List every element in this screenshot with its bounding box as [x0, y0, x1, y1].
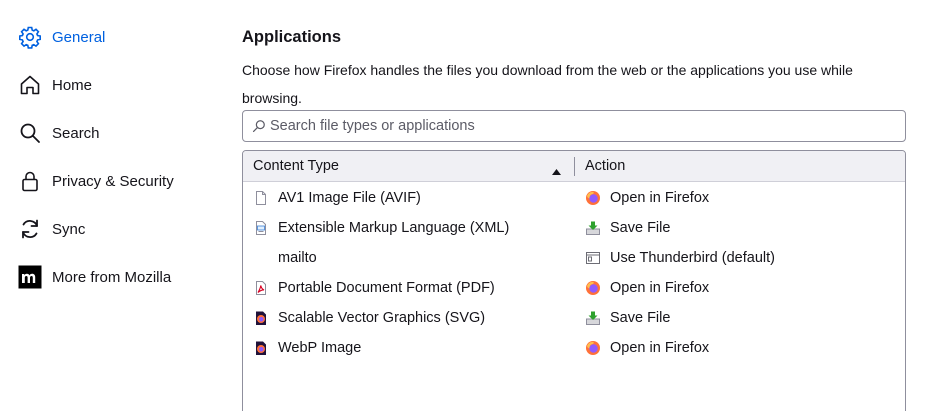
sidebar-item-label: Sync: [52, 220, 86, 238]
content-type-label: Scalable Vector Graphics (SVG): [278, 310, 486, 326]
content-type-cell: AV1 Image File (AVIF): [243, 190, 575, 206]
search-icon: [18, 121, 42, 145]
app-window-icon: [585, 250, 601, 266]
save-file-icon: [585, 310, 601, 326]
table-row[interactable]: Scalable Vector Graphics (SVG) Save File: [243, 303, 905, 333]
sidebar-item-label: Home: [52, 76, 93, 94]
firefox-doc-icon: [253, 310, 269, 326]
content-type-label: mailto: [278, 250, 317, 266]
sidebar-item-privacy-security[interactable]: Privacy & Security: [0, 157, 220, 205]
no-icon-placeholder: [253, 250, 269, 266]
sidebar-item-general[interactable]: General: [0, 13, 220, 61]
search-input[interactable]: [270, 118, 890, 134]
action-label: Use Thunderbird (default): [610, 250, 775, 266]
sort-ascending-icon: [552, 163, 561, 179]
firefox-icon: [585, 190, 601, 206]
table-row[interactable]: Extensible Markup Language (XML) Save Fi…: [243, 213, 905, 243]
column-label: Action: [585, 158, 626, 174]
sidebar: General Home Search Privacy & Security S…: [0, 13, 220, 301]
content-type-label: AV1 Image File (AVIF): [278, 190, 421, 206]
content-type-label: Portable Document Format (PDF): [278, 280, 495, 296]
search-field[interactable]: [242, 110, 906, 142]
pdf-file-icon: [253, 280, 269, 296]
table-row[interactable]: WebP Image Open in Firefox: [243, 333, 905, 363]
action-cell[interactable]: Open in Firefox: [575, 190, 709, 206]
home-icon: [18, 73, 42, 97]
content-type-cell: mailto: [243, 250, 575, 266]
content-type-label: WebP Image: [278, 340, 362, 356]
firefox-icon: [585, 280, 601, 296]
preferences-page: General Home Search Privacy & Security S…: [0, 0, 941, 411]
column-label: Content Type: [253, 158, 339, 174]
gear-icon: [18, 25, 42, 49]
save-file-icon: [585, 220, 601, 236]
action-label: Save File: [610, 310, 671, 326]
action-cell[interactable]: Save File: [575, 310, 670, 326]
table-row[interactable]: mailto Use Thunderbird (default): [243, 243, 905, 273]
sidebar-item-home[interactable]: Home: [0, 61, 220, 109]
sidebar-item-label: More from Mozilla: [52, 268, 172, 286]
sidebar-item-more-from-mozilla[interactable]: More from Mozilla: [0, 253, 220, 301]
content-type-cell: Portable Document Format (PDF): [243, 280, 575, 296]
sidebar-item-label: Search: [52, 124, 100, 142]
sidebar-item-sync[interactable]: Sync: [0, 205, 220, 253]
lock-icon: [18, 169, 42, 193]
action-cell[interactable]: Use Thunderbird (default): [575, 250, 775, 266]
table-header: Content Type Action: [243, 151, 905, 182]
content-type-label: Extensible Markup Language (XML): [278, 220, 510, 236]
mozilla-logo-icon: [18, 265, 42, 289]
action-label: Open in Firefox: [610, 190, 710, 206]
action-label: Open in Firefox: [610, 340, 710, 356]
search-icon: [252, 119, 266, 133]
sync-icon: [18, 217, 42, 241]
action-cell[interactable]: Open in Firefox: [575, 280, 709, 296]
sidebar-item-label: Privacy & Security: [52, 172, 174, 190]
column-header-content-type[interactable]: Content Type: [243, 151, 575, 181]
firefox-doc-icon: [253, 340, 269, 356]
applications-table: Content Type Action AV1 Image File (AVIF…: [242, 150, 906, 411]
action-label: Save File: [610, 220, 671, 236]
table-body: AV1 Image File (AVIF) Open in Firefox Ex…: [243, 182, 905, 363]
column-header-action[interactable]: Action: [575, 158, 625, 174]
section-heading: Applications: [242, 28, 342, 46]
firefox-icon: [585, 340, 601, 356]
action-cell[interactable]: Save File: [575, 220, 670, 236]
blank-file-icon: [253, 190, 269, 206]
table-row[interactable]: Portable Document Format (PDF) Open in F…: [243, 273, 905, 303]
content-type-cell: Extensible Markup Language (XML): [243, 220, 575, 236]
content-type-cell: WebP Image: [243, 340, 575, 356]
column-divider[interactable]: [574, 157, 575, 176]
table-row[interactable]: AV1 Image File (AVIF) Open in Firefox: [243, 183, 905, 213]
action-label: Open in Firefox: [610, 280, 710, 296]
section-description: Choose how Firefox handles the files you…: [242, 62, 853, 106]
content-type-cell: Scalable Vector Graphics (SVG): [243, 310, 575, 326]
sidebar-item-label: General: [52, 28, 106, 46]
sidebar-item-search[interactable]: Search: [0, 109, 220, 157]
xml-file-icon: [253, 220, 269, 236]
action-cell[interactable]: Open in Firefox: [575, 340, 709, 356]
